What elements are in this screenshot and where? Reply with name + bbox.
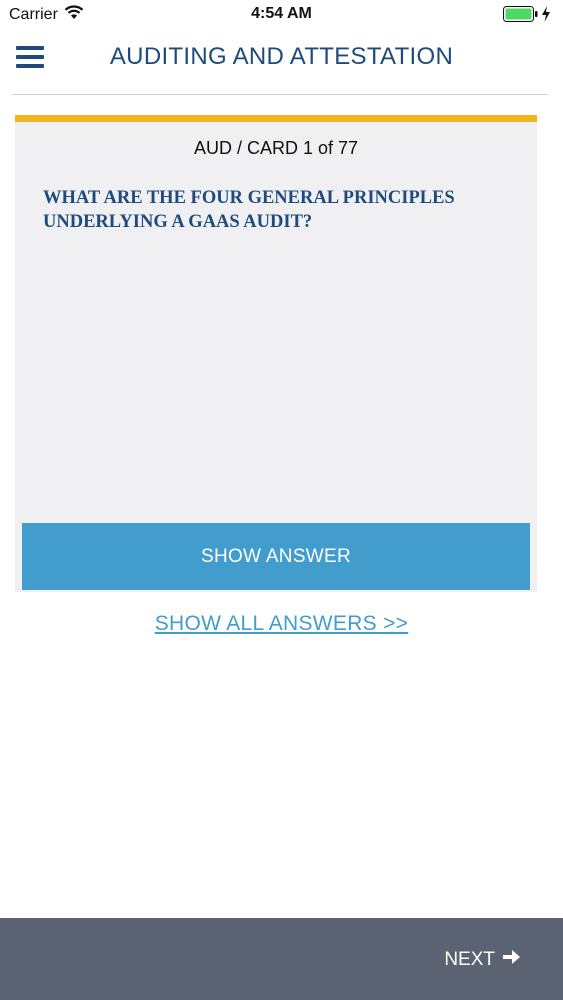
flashcard: AUD / CARD 1 of 77 WHAT ARE THE FOUR GEN… xyxy=(15,115,537,592)
show-answer-button[interactable]: SHOW ANSWER xyxy=(22,523,530,590)
status-time: 4:54 AM xyxy=(251,5,312,22)
app-header: AUDITING AND ATTESTATION xyxy=(0,30,563,94)
charging-bolt-icon xyxy=(541,6,551,27)
card-counter: AUD / CARD 1 of 77 xyxy=(193,138,359,158)
next-label: NEXT xyxy=(444,949,495,970)
battery-icon xyxy=(503,6,539,27)
card-question: WHAT ARE THE FOUR GENERAL PRINCIPLES UND… xyxy=(43,188,455,232)
page-title: AUDITING AND ATTESTATION xyxy=(109,43,454,70)
arrow-right-icon xyxy=(495,947,521,973)
card-accent-bar xyxy=(15,115,537,122)
footer-bar: NEXT xyxy=(0,918,563,1000)
battery-indicator xyxy=(503,6,551,27)
status-bar: Carrier 4:54 AM xyxy=(0,0,563,28)
header-divider xyxy=(12,94,548,95)
show-all-answers-link[interactable]: SHOW ALL ANSWERS >> xyxy=(0,612,563,636)
next-button[interactable]: NEXT xyxy=(444,947,521,973)
